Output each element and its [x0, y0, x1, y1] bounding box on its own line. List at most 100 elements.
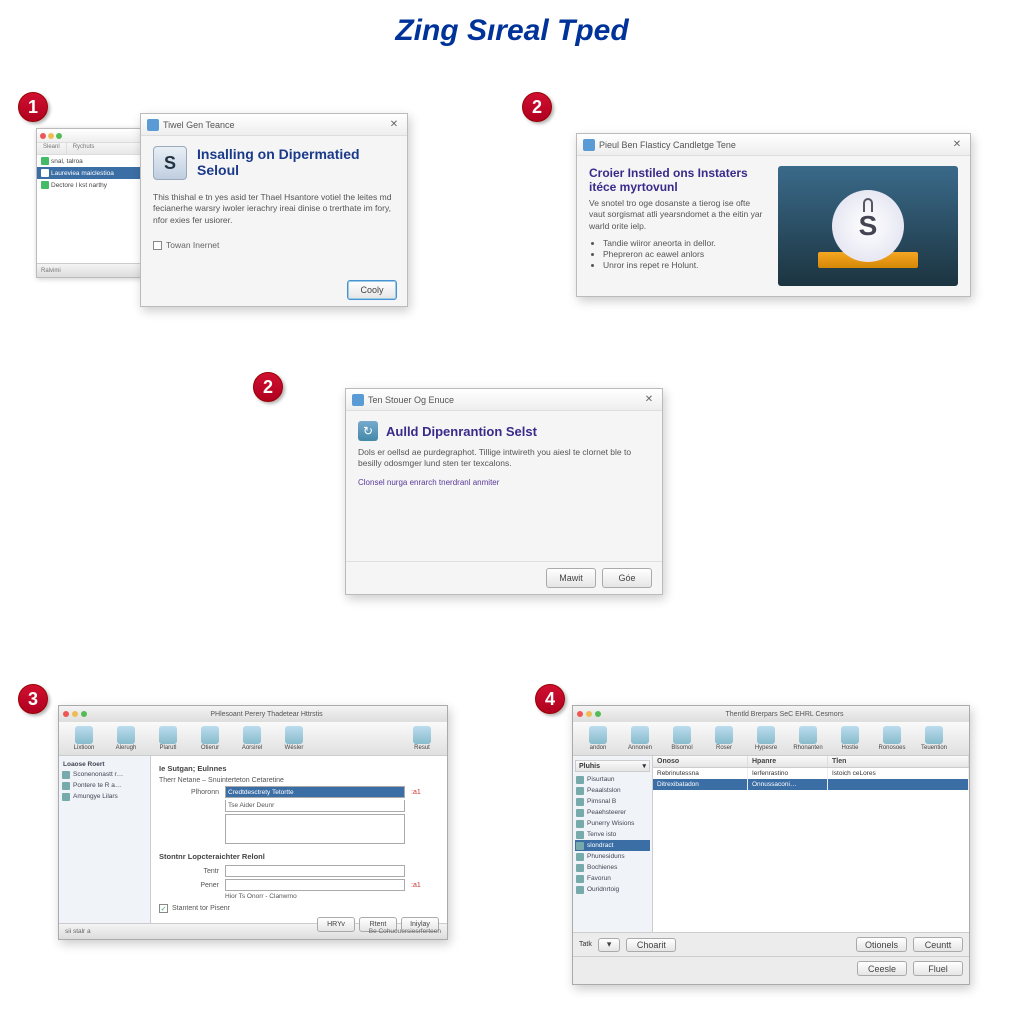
primary-button[interactable]: Góe: [602, 568, 652, 588]
sidebar-item[interactable]: Pontere te R a…: [61, 780, 148, 791]
badge: :a1: [411, 882, 421, 889]
toolbar-button[interactable]: Annonen: [621, 726, 659, 751]
content-pane: Ie Sutgan; Eulnnes Therr Netane – Snuint…: [151, 756, 447, 923]
confirm-button[interactable]: Fluel: [913, 961, 963, 976]
button[interactable]: HRYv: [317, 917, 355, 932]
mini-row-highlighted[interactable]: Laureviea maiclestioa: [37, 167, 140, 179]
toolbar-button[interactable]: Teuention: [915, 726, 953, 751]
sidebar-item[interactable]: Tenve isto: [575, 829, 650, 840]
checkbox[interactable]: [153, 241, 162, 250]
dialog-titlebar: Pieul Ben Flasticy Candletge Tene ✕: [577, 134, 970, 156]
traffic-light-min-icon[interactable]: [586, 711, 592, 717]
package-icon: [41, 169, 49, 177]
chevron-down-icon: ▾: [642, 762, 646, 770]
secondary-button[interactable]: Mawit: [546, 568, 596, 588]
textarea-field[interactable]: [225, 814, 405, 844]
sidebar-item[interactable]: Amungye Lilars: [61, 791, 148, 802]
sidebar-item-selected[interactable]: slondract: [575, 840, 650, 851]
toolbar-button[interactable]: Otierur: [191, 726, 229, 751]
close-icon[interactable]: ✕: [950, 138, 964, 152]
text-field[interactable]: Tse Aider Deunr: [225, 800, 405, 812]
dropdown-field[interactable]: [225, 879, 405, 891]
close-icon[interactable]: ✕: [387, 118, 401, 132]
traffic-light-close-icon[interactable]: [63, 711, 69, 717]
step3-app-window: PHlesoant Perery Thadetear Httrstis Lixt…: [58, 705, 448, 940]
tool-icon: [201, 726, 219, 744]
bottom-toolbar-2: Ceesle Fluel: [573, 956, 969, 980]
traffic-light-zoom-icon[interactable]: [56, 133, 62, 139]
column-header[interactable]: Hpanre: [748, 756, 828, 767]
dialog-heading: Croier Instiled ons Instaters itéce myrt…: [589, 166, 768, 194]
toolbar-button[interactable]: Alerugh: [107, 726, 145, 751]
shield-icon: S: [153, 146, 187, 180]
sidebar-item[interactable]: Punerry Wisions: [575, 818, 650, 829]
traffic-light-close-icon[interactable]: [577, 711, 583, 717]
sidebar-item[interactable]: Phunesiduns: [575, 851, 650, 862]
panel-header[interactable]: Pluhis▾: [575, 760, 650, 772]
button[interactable]: Choarit: [626, 938, 676, 952]
section-heading: Ie Sutgan; Eulnnes: [159, 764, 439, 773]
section-heading: Stontnr Lopcteraichter Relonl: [159, 852, 439, 861]
dialog-body-text: This thishal e tn yes asid ter Thael Hsa…: [153, 192, 395, 226]
sidebar-item[interactable]: Favorun: [575, 873, 650, 884]
toolbar-button[interactable]: Plarutl: [149, 726, 187, 751]
package-icon: [41, 157, 49, 165]
toolbar-button[interactable]: Rhonanten: [789, 726, 827, 751]
table-row[interactable]: Rebrinutessna Ierfenrastino Istoich ceLo…: [653, 768, 969, 779]
toolbar-button[interactable]: Roser: [705, 726, 743, 751]
toolbar-button[interactable]: andon: [579, 726, 617, 751]
bullet-item: Tandie wiiror aneorta in dellor.: [603, 238, 768, 248]
column-header[interactable]: Onoso: [653, 756, 748, 767]
tool-icon: [117, 726, 135, 744]
sidebar-item[interactable]: Peaalstslon: [575, 785, 650, 796]
dialog-body-text: Dols er oellsd ae purdegraphot. Tillige …: [358, 447, 650, 470]
mini-window-titlebar: [37, 129, 140, 143]
table-row-selected[interactable]: Ditrexibatadon Onnussaconi…: [653, 779, 969, 790]
dialog-title: Tiwel Gen Teance: [163, 120, 235, 130]
traffic-light-zoom-icon[interactable]: [595, 711, 601, 717]
dialog-heading: Insalling on Dipermatied Seloul: [197, 146, 395, 178]
app-titlebar: PHlesoant Perery Thadetear Httrstis: [59, 706, 447, 722]
sidebar-item[interactable]: Pimsnal B: [575, 796, 650, 807]
link-text[interactable]: Clonsel nurga enrarch tnerdranl anmiter: [358, 478, 650, 487]
toolbar-button[interactable]: Hostie: [831, 726, 869, 751]
toolbar-button[interactable]: Aorsirel: [233, 726, 271, 751]
traffic-light-close-icon[interactable]: [40, 133, 46, 139]
app-title: Thentld Brerpars SeC EHRL Cesmors: [604, 711, 965, 718]
stepper-button[interactable]: ▾: [598, 938, 621, 952]
column-header[interactable]: Tlen: [828, 756, 969, 767]
status-left: sii stalr a: [65, 928, 91, 935]
sidebar-item[interactable]: Ouridnrtoig: [575, 884, 650, 895]
toolbar-button[interactable]: Blsomol: [663, 726, 701, 751]
traffic-light-zoom-icon[interactable]: [81, 711, 87, 717]
sidebar-header: Loaose Roert: [61, 760, 148, 769]
app-icon: [147, 119, 159, 131]
sidebar: Loaose Roert Sconenonastt r… Pontere te …: [59, 756, 151, 923]
field-label: Plhoronn: [159, 789, 219, 796]
traffic-light-min-icon[interactable]: [72, 711, 78, 717]
app-icon: [583, 139, 595, 151]
sidebar-item[interactable]: Bochienes: [575, 862, 650, 873]
toolbar-button[interactable]: Hypesre: [747, 726, 785, 751]
toolbar-button[interactable]: Resut: [403, 726, 441, 751]
field-label: Pener: [159, 882, 219, 889]
tool-icon: [631, 726, 649, 744]
dropdown-field[interactable]: [225, 865, 405, 877]
sidebar-item[interactable]: Peaehsteerer: [575, 807, 650, 818]
cancel-button[interactable]: Ceesle: [857, 961, 907, 976]
primary-button[interactable]: Cooly: [347, 280, 397, 300]
toolbar: Lixtioon Alerugh Plarutl Otierur Aorsire…: [59, 722, 447, 756]
toolbar-button[interactable]: Wésler: [275, 726, 313, 751]
checkbox[interactable]: ✓: [159, 904, 168, 913]
sidebar-item[interactable]: Pisurtaun: [575, 774, 650, 785]
toolbar-button[interactable]: Ronosoes: [873, 726, 911, 751]
dropdown-field[interactable]: Credtdesctrety Tetortte: [225, 786, 405, 798]
toolbar-button[interactable]: Lixtioon: [65, 726, 103, 751]
close-icon[interactable]: ✕: [642, 393, 656, 407]
traffic-light-min-icon[interactable]: [48, 133, 54, 139]
tool-icon: [159, 726, 177, 744]
checkbox-label: Towan Inernet: [166, 240, 219, 250]
sidebar-item[interactable]: Sconenonastt r…: [61, 769, 148, 780]
button[interactable]: Otionels: [856, 937, 907, 952]
button[interactable]: Ceuntt: [913, 937, 963, 952]
